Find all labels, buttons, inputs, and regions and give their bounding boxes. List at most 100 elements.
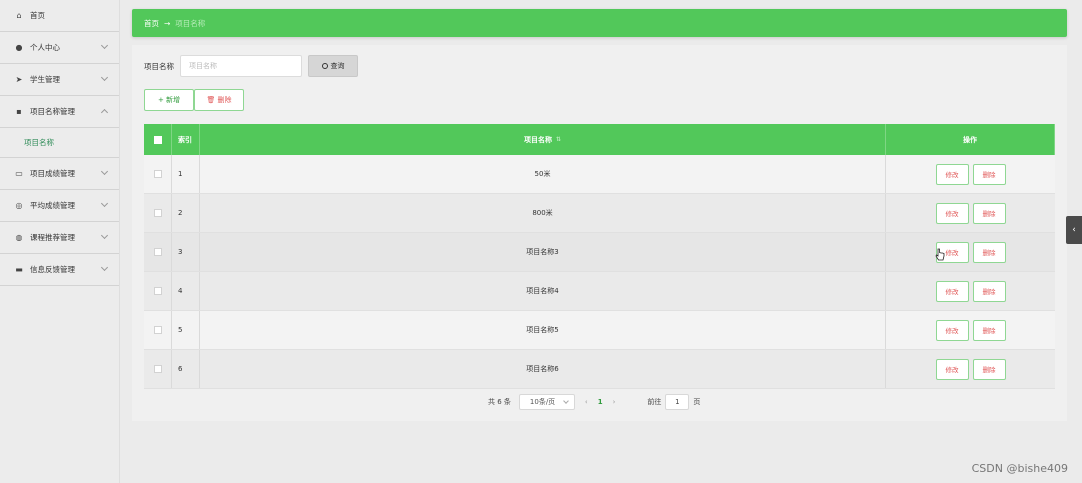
watermark: CSDN @bishe409 bbox=[971, 462, 1068, 475]
row-operations: 修改 删除 bbox=[886, 350, 1055, 388]
sidebar-item-home[interactable]: ⌂ 首页 bbox=[0, 0, 119, 32]
header-name-label: 项目名称 bbox=[523, 135, 552, 144]
sidebar-item-label: 信息反馈管理 bbox=[30, 265, 75, 274]
edit-button[interactable]: 修改 bbox=[935, 319, 969, 341]
table-row: 5 项目名称5 修改 删除 bbox=[144, 311, 1055, 350]
sidebar-item-label: 学生管理 bbox=[30, 75, 60, 84]
search-button-label: 查询 bbox=[330, 62, 345, 70]
content-panel: 项目名称 查询 + 新增 🗑 删除 索引 项目名称 ⇅ 操作 bbox=[132, 45, 1067, 421]
sidebar-item-students[interactable]: ➤ 学生管理 bbox=[0, 64, 119, 96]
header-name[interactable]: 项目名称 ⇅ bbox=[200, 124, 886, 155]
row-checkbox[interactable] bbox=[153, 170, 162, 178]
header-operations: 操作 bbox=[886, 124, 1055, 155]
edit-button[interactable]: 修改 bbox=[935, 163, 969, 185]
goto-page-input[interactable]: 1 bbox=[665, 394, 690, 410]
row-checkbox-cell bbox=[144, 350, 172, 388]
sidebar-item-personal-center[interactable]: ● 个人中心 bbox=[0, 32, 119, 64]
chevron-down-icon bbox=[100, 41, 109, 50]
data-table: 索引 项目名称 ⇅ 操作 1 50米 修改 删除 2 800米 修改 删除 3 … bbox=[144, 124, 1055, 389]
breadcrumb: 首页 → 项目名称 bbox=[132, 9, 1067, 37]
row-checkbox[interactable] bbox=[153, 248, 162, 256]
pagination: 共 6 条 10条/页 ‹ 1 › 前往 1 页 bbox=[488, 394, 700, 410]
row-checkbox[interactable] bbox=[153, 209, 162, 217]
page-size-value: 10条/页 bbox=[529, 398, 556, 406]
table-row: 6 项目名称6 修改 删除 bbox=[144, 350, 1055, 389]
row-index: 1 bbox=[172, 155, 200, 193]
search-bar: 项目名称 查询 bbox=[144, 55, 358, 77]
home-icon: ⌂ bbox=[16, 11, 22, 20]
delete-button[interactable]: 删除 bbox=[972, 241, 1006, 263]
sidebar-item-label: 课程推荐管理 bbox=[30, 233, 75, 242]
sidebar: ⌂ 首页 ● 个人中心 ➤ 学生管理 ▪ 项目名称管理 项目名称 ▭ 项目成绩管… bbox=[0, 0, 120, 483]
select-all-checkbox[interactable] bbox=[153, 135, 162, 144]
row-index: 2 bbox=[172, 194, 200, 232]
search-input[interactable] bbox=[180, 55, 302, 77]
chevron-down-icon bbox=[100, 231, 109, 240]
row-operations: 修改 删除 bbox=[886, 155, 1055, 193]
delete-button[interactable]: 删除 bbox=[972, 319, 1006, 341]
breadcrumb-home[interactable]: 首页 bbox=[144, 18, 159, 29]
row-checkbox[interactable] bbox=[153, 326, 162, 334]
chevron-down-icon bbox=[100, 167, 109, 176]
header-index: 索引 bbox=[172, 124, 200, 155]
side-collapse-tab[interactable]: ‹ bbox=[1066, 216, 1082, 244]
row-operations: 修改 删除 bbox=[886, 272, 1055, 310]
sort-icon[interactable]: ⇅ bbox=[556, 136, 561, 143]
hand-cursor-icon bbox=[935, 248, 945, 261]
chevron-down-icon bbox=[563, 398, 569, 404]
delete-button[interactable]: 删除 bbox=[972, 358, 1006, 380]
card-icon: ▭ bbox=[15, 169, 23, 178]
search-icon bbox=[321, 63, 328, 69]
table-header: 索引 项目名称 ⇅ 操作 bbox=[144, 124, 1055, 155]
send-icon: ➤ bbox=[15, 75, 23, 84]
sidebar-item-feedback[interactable]: ▬ 信息反馈管理 bbox=[0, 254, 119, 286]
sidebar-item-course-recommend[interactable]: ◍ 课程推荐管理 bbox=[0, 222, 119, 254]
chevron-down-icon bbox=[100, 73, 109, 82]
row-index: 4 bbox=[172, 272, 200, 310]
row-operations: 修改 删除 bbox=[886, 311, 1055, 349]
next-page-button[interactable]: › bbox=[613, 398, 616, 406]
row-index: 3 bbox=[172, 233, 200, 271]
arrow-right-icon: → bbox=[164, 18, 171, 28]
row-operations: 修改 删除 bbox=[886, 233, 1055, 271]
row-name: 项目名称5 bbox=[200, 311, 886, 349]
row-checkbox[interactable] bbox=[153, 287, 162, 295]
page-size-select[interactable]: 10条/页 bbox=[518, 394, 575, 410]
delete-button[interactable]: 删除 bbox=[972, 202, 1006, 224]
prev-page-button[interactable]: ‹ bbox=[585, 398, 588, 406]
sidebar-item-label: 首页 bbox=[30, 11, 45, 20]
sidebar-item-project-scores[interactable]: ▭ 项目成绩管理 bbox=[0, 158, 119, 190]
edit-button[interactable]: 修改 bbox=[935, 358, 969, 380]
sidebar-item-label: 项目名称管理 bbox=[30, 107, 75, 116]
chevron-up-icon bbox=[100, 108, 109, 117]
circle-icon: ◎ bbox=[15, 201, 23, 210]
sidebar-item-project-names[interactable]: ▪ 项目名称管理 bbox=[0, 96, 119, 128]
action-bar: + 新增 🗑 删除 bbox=[144, 89, 244, 111]
edit-button[interactable]: 修改 bbox=[935, 280, 969, 302]
pagination-total: 共 6 条 bbox=[488, 398, 511, 406]
delete-button[interactable]: 删除 bbox=[972, 280, 1006, 302]
trash-icon: ▪ bbox=[16, 107, 22, 116]
batch-delete-button[interactable]: 🗑 删除 bbox=[194, 89, 244, 111]
add-button[interactable]: + 新增 bbox=[144, 89, 194, 111]
sidebar-subitem-project-name[interactable]: 项目名称 bbox=[0, 128, 119, 158]
sidebar-item-average-scores[interactable]: ◎ 平均成绩管理 bbox=[0, 190, 119, 222]
header-checkbox-cell bbox=[144, 124, 172, 155]
chevron-down-icon bbox=[100, 199, 109, 208]
page-number-current[interactable]: 1 bbox=[598, 398, 603, 406]
goto-label: 前往 bbox=[647, 398, 662, 406]
row-name: 项目名称3 bbox=[200, 233, 886, 271]
main-content: 首页 → 项目名称 项目名称 查询 + 新增 🗑 删除 索引 项目名称 bbox=[132, 9, 1067, 421]
row-checkbox[interactable] bbox=[153, 365, 162, 373]
row-checkbox-cell bbox=[144, 155, 172, 193]
printer-icon: ▬ bbox=[15, 265, 23, 274]
edit-button[interactable]: 修改 bbox=[935, 202, 969, 224]
row-checkbox-cell bbox=[144, 311, 172, 349]
search-button[interactable]: 查询 bbox=[308, 55, 358, 77]
delete-button[interactable]: 删除 bbox=[972, 163, 1006, 185]
table-row: 3 项目名称3 修改 删除 bbox=[144, 233, 1055, 272]
table-row: 4 项目名称4 修改 删除 bbox=[144, 272, 1055, 311]
row-name: 项目名称6 bbox=[200, 350, 886, 388]
row-name: 50米 bbox=[200, 155, 886, 193]
sidebar-item-label: 平均成绩管理 bbox=[30, 201, 75, 210]
